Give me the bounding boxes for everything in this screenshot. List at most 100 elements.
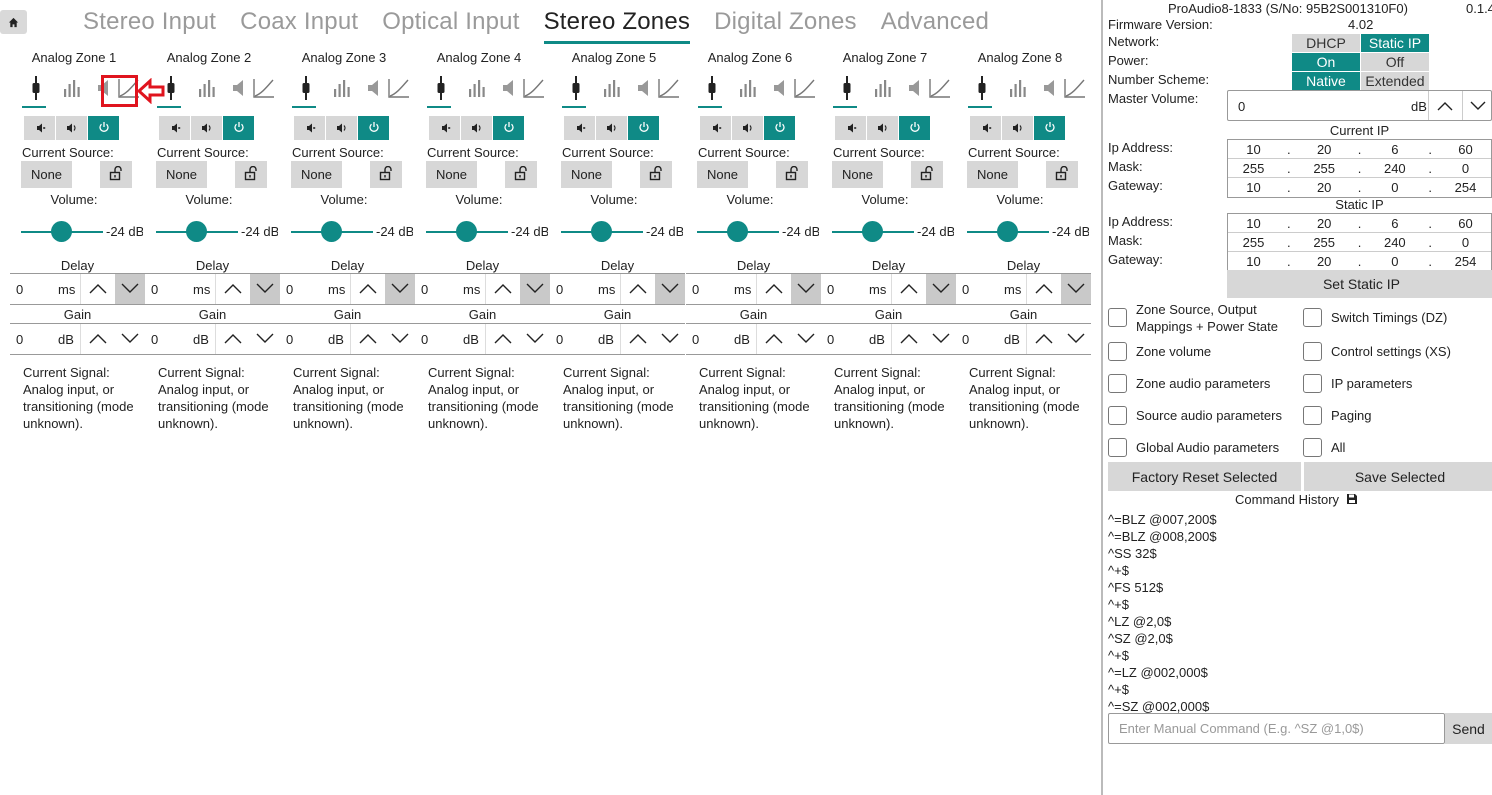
gain-down-button[interactable] [926, 324, 956, 354]
speaker-icon[interactable] [502, 79, 524, 103]
volume-down-button[interactable] [970, 116, 1001, 140]
tab-digital-zones[interactable]: Digital Zones [714, 6, 857, 44]
delay-value[interactable]: 0 [16, 282, 23, 297]
gain-up-button[interactable] [485, 324, 519, 354]
volume-up-button[interactable] [1002, 116, 1033, 140]
gain-up-button[interactable] [80, 324, 114, 354]
gain-down-button[interactable] [1061, 324, 1091, 354]
volume-slider-handle[interactable] [186, 221, 207, 242]
ip-octet[interactable]: 10 [1228, 216, 1279, 231]
source-lock-button[interactable] [100, 161, 132, 188]
power-on-option[interactable]: On [1292, 53, 1360, 71]
volume-up-button[interactable] [326, 116, 357, 140]
volume-down-button[interactable] [294, 116, 325, 140]
source-select-button[interactable]: None [156, 161, 207, 188]
checkbox[interactable] [1303, 374, 1322, 393]
gain-down-button[interactable] [655, 324, 685, 354]
eq-bars-icon[interactable] [468, 79, 490, 103]
gain-value[interactable]: 0 [286, 332, 293, 347]
power-button[interactable] [764, 116, 795, 140]
eq-bars-icon[interactable] [874, 79, 896, 103]
delay-value[interactable]: 0 [421, 282, 428, 297]
source-select-button[interactable]: None [697, 161, 748, 188]
delay-down-button[interactable] [115, 274, 145, 304]
volume-down-button[interactable] [24, 116, 55, 140]
curve-graph-icon[interactable] [253, 78, 275, 102]
gain-up-button[interactable] [620, 324, 654, 354]
volume-up-button[interactable] [732, 116, 763, 140]
delay-value[interactable]: 0 [151, 282, 158, 297]
manual-command-input[interactable] [1108, 713, 1445, 744]
gain-up-button[interactable] [1026, 324, 1060, 354]
network-dhcp-option[interactable]: DHCP [1292, 34, 1360, 52]
ip-octet[interactable]: 60 [1440, 216, 1491, 231]
input-jack-icon[interactable] [31, 76, 53, 100]
delay-down-button[interactable] [250, 274, 280, 304]
input-jack-icon[interactable] [707, 76, 729, 100]
volume-down-button[interactable] [700, 116, 731, 140]
ip-octet[interactable]: 254 [1440, 254, 1491, 269]
source-lock-button[interactable] [370, 161, 402, 188]
save-selected-button[interactable]: Save Selected [1304, 462, 1492, 491]
volume-up-button[interactable] [596, 116, 627, 140]
gain-value[interactable]: 0 [827, 332, 834, 347]
checkbox-label[interactable]: Source audio parameters [1136, 407, 1282, 424]
checkbox-label[interactable]: Global Audio parameters [1136, 439, 1279, 456]
gain-value[interactable]: 0 [421, 332, 428, 347]
gain-up-button[interactable] [891, 324, 925, 354]
speaker-icon[interactable] [367, 79, 389, 103]
gain-value[interactable]: 0 [962, 332, 969, 347]
power-button[interactable] [223, 116, 254, 140]
delay-value[interactable]: 0 [556, 282, 563, 297]
gain-down-button[interactable] [250, 324, 280, 354]
power-off-option[interactable]: Off [1361, 53, 1429, 71]
tab-coax-input[interactable]: Coax Input [240, 6, 358, 44]
scheme-extended-option[interactable]: Extended [1361, 72, 1429, 90]
factory-reset-button[interactable]: Factory Reset Selected [1108, 462, 1301, 491]
delay-value[interactable]: 0 [962, 282, 969, 297]
volume-up-button[interactable] [56, 116, 87, 140]
delay-up-button[interactable] [620, 274, 654, 304]
power-button[interactable] [628, 116, 659, 140]
speaker-icon[interactable] [637, 79, 659, 103]
delay-up-button[interactable] [80, 274, 114, 304]
eq-bars-icon[interactable] [333, 79, 355, 103]
delay-up-button[interactable] [891, 274, 925, 304]
input-jack-icon[interactable] [977, 76, 999, 100]
gain-up-button[interactable] [215, 324, 249, 354]
curve-graph-icon[interactable] [929, 78, 951, 102]
checkbox-label[interactable]: Zone audio parameters [1136, 375, 1270, 392]
power-button[interactable] [493, 116, 524, 140]
curve-graph-icon[interactable] [794, 78, 816, 102]
checkbox-label[interactable]: Zone Source, Output Mappings + Power Sta… [1136, 301, 1306, 335]
power-button[interactable] [899, 116, 930, 140]
gain-value[interactable]: 0 [556, 332, 563, 347]
master-volume-value[interactable]: 0 [1238, 99, 1245, 114]
delay-down-button[interactable] [791, 274, 821, 304]
gain-down-button[interactable] [115, 324, 145, 354]
delay-up-button[interactable] [350, 274, 384, 304]
ip-octet[interactable]: 20 [1299, 254, 1350, 269]
volume-slider[interactable] [967, 220, 1049, 244]
ip-octet[interactable]: 6 [1369, 216, 1420, 231]
delay-up-button[interactable] [1026, 274, 1060, 304]
set-static-ip-button[interactable]: Set Static IP [1227, 270, 1492, 298]
delay-down-button[interactable] [1061, 274, 1091, 304]
volume-slider-handle[interactable] [321, 221, 342, 242]
checkbox-label[interactable]: IP parameters [1331, 375, 1412, 392]
volume-slider-handle[interactable] [456, 221, 477, 242]
ip-octet[interactable]: 10 [1228, 254, 1279, 269]
delay-down-button[interactable] [520, 274, 550, 304]
checkbox-label[interactable]: Control settings (XS) [1331, 343, 1451, 360]
home-button[interactable] [0, 10, 27, 34]
source-lock-button[interactable] [505, 161, 537, 188]
checkbox[interactable] [1108, 406, 1127, 425]
network-static-option[interactable]: Static IP [1361, 34, 1429, 52]
volume-up-button[interactable] [867, 116, 898, 140]
volume-slider[interactable] [156, 220, 238, 244]
delay-value[interactable]: 0 [692, 282, 699, 297]
ip-octet[interactable]: 20 [1299, 216, 1350, 231]
gain-value[interactable]: 0 [692, 332, 699, 347]
delay-down-button[interactable] [385, 274, 415, 304]
checkbox-label[interactable]: Switch Timings (DZ) [1331, 309, 1447, 326]
